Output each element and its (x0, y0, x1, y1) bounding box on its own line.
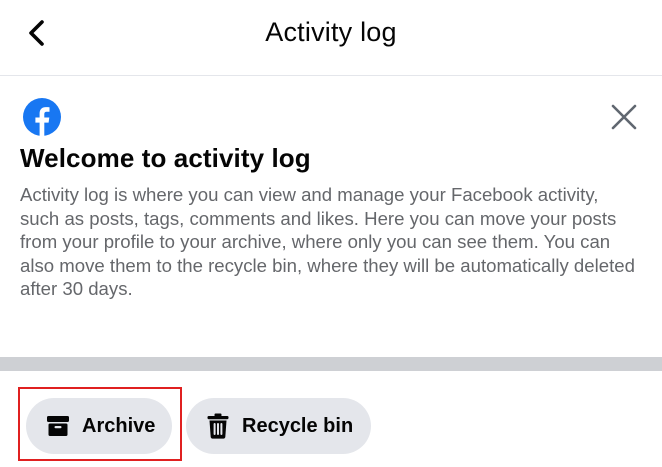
close-button[interactable] (606, 99, 642, 135)
trash-icon (206, 413, 230, 439)
section-divider (0, 357, 662, 371)
close-icon (611, 104, 637, 130)
filter-chips: Archive Recycle bin (0, 371, 662, 467)
recycle-bin-button[interactable]: Recycle bin (186, 398, 371, 454)
recycle-bin-label: Recycle bin (242, 414, 354, 437)
archive-button[interactable]: Archive (26, 398, 172, 454)
welcome-card: Welcome to activity log Activity log is … (0, 77, 662, 357)
welcome-title: Welcome to activity log (20, 143, 311, 173)
archive-box-icon (46, 414, 70, 438)
facebook-logo-icon (23, 98, 61, 136)
top-bar: Activity log (0, 0, 662, 76)
welcome-description: Activity log is where you can view and m… (20, 184, 635, 300)
archive-label: Archive (82, 414, 156, 437)
page-title: Activity log (265, 17, 397, 47)
